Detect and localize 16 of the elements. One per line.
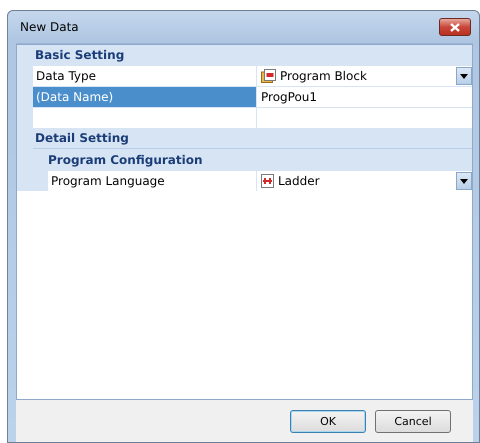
close-button[interactable] [439,18,471,36]
close-icon [450,22,460,32]
category-header[interactable]: Basic Setting [17,45,472,65]
property-value[interactable]: Ladder [278,174,452,188]
ladder-icon [261,174,274,188]
program-block-icon [261,69,276,83]
window-title: New Data [20,20,79,34]
dropdown-button[interactable] [456,172,472,190]
category-header[interactable]: Detail Setting [17,128,472,148]
dialog-button[interactable]: Cancel [375,410,451,432]
dialog-button[interactable]: OK [290,410,366,432]
caret-icon [460,178,468,184]
property-value[interactable]: Program Block [280,69,452,83]
caret-icon [460,74,468,78]
property-value[interactable]: ProgPou1 [261,90,472,104]
dropdown-button[interactable] [456,67,472,85]
